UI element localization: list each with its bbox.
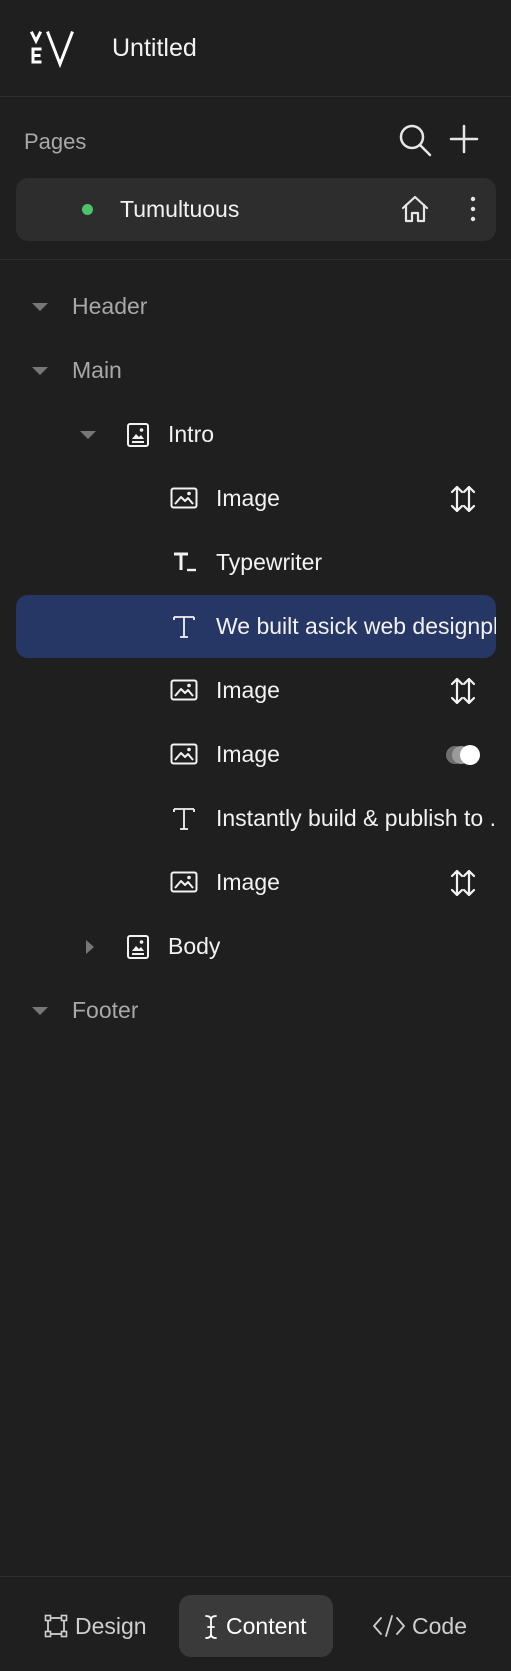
bottom-tab-bar: Design Content Code — [0, 1576, 511, 1671]
tree-item-label: Header — [72, 293, 148, 319]
tree-item-text[interactable]: Instantly build & publish to . — [16, 787, 496, 850]
tree-item-label: Image — [216, 485, 280, 511]
resize-icon[interactable] — [448, 483, 478, 515]
tree-item-label: We built asick web designpl. — [216, 613, 496, 639]
pages-heading: Pages — [24, 129, 87, 154]
tree-item-header[interactable]: Header — [16, 275, 496, 338]
top-bar: Untitled — [0, 0, 511, 97]
tree-item-body[interactable]: Body — [16, 915, 496, 978]
tree-item-label: Image — [216, 741, 280, 767]
resize-icon[interactable] — [448, 675, 478, 707]
tree-item-label: Main — [72, 357, 122, 383]
tree-item-image[interactable]: Image — [16, 659, 496, 722]
home-icon[interactable] — [400, 194, 430, 224]
section-icon — [127, 935, 149, 959]
tree-item-label: Footer — [72, 997, 139, 1023]
tab-label: Design — [75, 1613, 147, 1639]
chevron-down-icon[interactable] — [32, 367, 48, 375]
image-icon — [170, 871, 198, 893]
tree-item-label: Intro — [168, 421, 215, 447]
text-icon — [173, 808, 195, 830]
design-icon — [44, 1614, 68, 1638]
tab-design[interactable]: Design — [30, 1595, 160, 1657]
pages-panel: Pages Tumultuous — [0, 97, 511, 260]
resize-icon[interactable] — [448, 867, 478, 899]
tree-item-label: Image — [216, 677, 280, 703]
tab-label: Content — [226, 1613, 307, 1639]
tree-item-text-selected[interactable]: We built asick web designpl. — [16, 595, 496, 658]
code-icon — [373, 1615, 405, 1637]
tree-item-footer[interactable]: Footer — [16, 979, 496, 1042]
content-cursor-icon — [205, 1615, 217, 1639]
chevron-right-icon[interactable] — [86, 940, 94, 954]
tree-item-intro[interactable]: Intro — [16, 403, 496, 466]
image-icon — [170, 487, 198, 509]
search-icon[interactable] — [398, 123, 432, 157]
image-icon — [170, 679, 198, 701]
tree-item-label: Image — [216, 869, 280, 895]
image-icon — [170, 743, 198, 765]
tab-content[interactable]: Content — [179, 1595, 333, 1657]
section-icon — [127, 423, 149, 447]
tree-item-image[interactable]: Image — [16, 467, 496, 530]
chevron-down-icon[interactable] — [80, 431, 96, 439]
tree-item-typewriter[interactable]: Typewriter — [16, 531, 496, 594]
logo-icon — [30, 30, 74, 68]
page-status-dot — [82, 204, 93, 215]
typewriter-icon — [174, 552, 196, 572]
chevron-down-icon[interactable] — [32, 303, 48, 311]
text-icon — [173, 616, 195, 638]
tree-item-label: Instantly build & publish to . — [216, 805, 496, 831]
tree-item-image[interactable]: Image — [16, 723, 496, 786]
chevron-down-icon[interactable] — [32, 1007, 48, 1015]
tab-code[interactable]: Code — [360, 1595, 490, 1657]
page-name: Tumultuous — [120, 196, 240, 222]
more-vertical-icon[interactable] — [466, 194, 480, 224]
document-title[interactable]: Untitled — [112, 30, 197, 66]
tree-item-label: Body — [168, 933, 221, 959]
tab-label: Code — [412, 1613, 467, 1639]
add-page-icon[interactable] — [448, 123, 480, 155]
page-item[interactable]: Tumultuous — [16, 178, 496, 241]
tree-item-main[interactable]: Main — [16, 339, 496, 402]
tree-item-image[interactable]: Image — [16, 851, 496, 914]
toggle-icon[interactable] — [446, 743, 482, 767]
tree-item-label: Typewriter — [216, 549, 323, 575]
